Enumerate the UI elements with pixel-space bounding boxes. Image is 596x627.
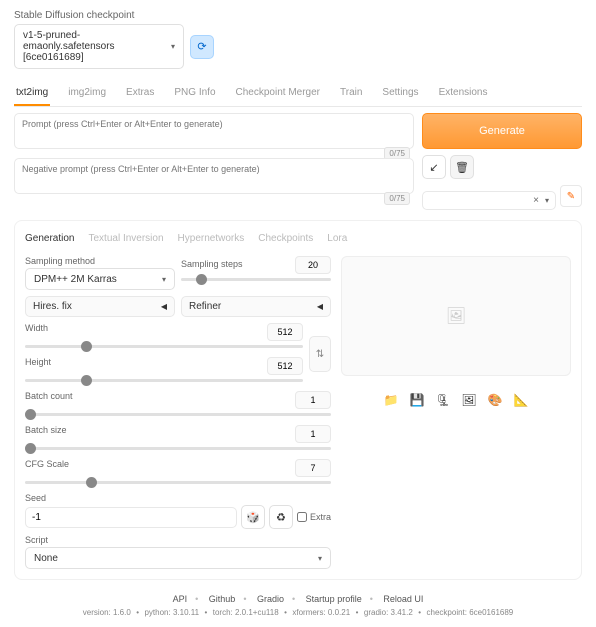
script-select[interactable]: None bbox=[25, 547, 331, 569]
seed-label: Seed bbox=[25, 493, 331, 503]
send-extras-icon[interactable]: 📐 bbox=[513, 392, 529, 408]
width-label: Width bbox=[25, 323, 48, 339]
sampling-steps-slider[interactable] bbox=[181, 274, 331, 284]
footer-reload[interactable]: Reload UI bbox=[383, 594, 423, 604]
tab-extras[interactable]: Extras bbox=[124, 83, 156, 106]
hires-fix-collapse[interactable]: Hires. fix◀ bbox=[25, 296, 175, 317]
image-placeholder-icon: 🖼 bbox=[446, 306, 466, 326]
width-value[interactable] bbox=[267, 323, 303, 341]
caret-left-icon: ◀ bbox=[317, 302, 323, 311]
tab-train[interactable]: Train bbox=[338, 83, 364, 106]
height-value[interactable] bbox=[267, 357, 303, 375]
footer-github[interactable]: Github bbox=[209, 594, 236, 604]
footer-api[interactable]: API bbox=[173, 594, 188, 604]
sampling-method-label: Sampling method bbox=[25, 256, 175, 266]
script-label: Script bbox=[25, 535, 331, 545]
main-tabs: txt2img img2img Extras PNG Info Checkpoi… bbox=[14, 83, 582, 107]
batch-count-label: Batch count bbox=[25, 391, 73, 407]
batch-size-slider[interactable] bbox=[25, 443, 331, 453]
trash-button[interactable]: 🗑 bbox=[450, 155, 474, 179]
seed-extra-checkbox[interactable]: Extra bbox=[297, 512, 331, 522]
refiner-collapse[interactable]: Refiner◀ bbox=[181, 296, 331, 317]
tab-extensions[interactable]: Extensions bbox=[437, 83, 490, 106]
negative-prompt-input[interactable] bbox=[14, 158, 414, 194]
subtab-ckpt[interactable]: Checkpoints bbox=[258, 231, 313, 246]
height-slider[interactable] bbox=[25, 375, 303, 385]
cfg-slider[interactable] bbox=[25, 477, 331, 487]
sampling-steps-value[interactable] bbox=[295, 256, 331, 274]
folder-icon[interactable]: 📁 bbox=[383, 392, 399, 408]
send-inpaint-icon[interactable]: 🎨 bbox=[487, 392, 503, 408]
generate-button[interactable]: Generate bbox=[422, 113, 582, 149]
height-label: Height bbox=[25, 357, 51, 373]
prompt-input[interactable] bbox=[14, 113, 414, 149]
refresh-checkpoint-button[interactable]: ⟳ bbox=[190, 35, 214, 59]
styles-select[interactable]: × ▾ bbox=[422, 191, 556, 210]
save-icon[interactable]: 💾 bbox=[409, 392, 425, 408]
checkpoint-select[interactable]: v1-5-pruned-emaonly.safetensors [6ce0161… bbox=[14, 24, 184, 69]
clear-styles-icon[interactable]: × bbox=[533, 195, 539, 206]
send-img2img-icon[interactable]: 🖼 bbox=[461, 392, 477, 408]
batch-size-value[interactable] bbox=[295, 425, 331, 443]
subtab-generation[interactable]: Generation bbox=[25, 231, 74, 246]
batch-size-label: Batch size bbox=[25, 425, 67, 441]
arrow-button[interactable]: ↙ bbox=[422, 155, 446, 179]
subtab-hyper[interactable]: Hypernetworks bbox=[178, 231, 245, 246]
tab-txt2img[interactable]: txt2img bbox=[14, 83, 50, 106]
seed-input[interactable] bbox=[25, 507, 237, 528]
sampling-steps-label: Sampling steps bbox=[181, 259, 243, 269]
tab-ckptmerger[interactable]: Checkpoint Merger bbox=[234, 83, 322, 106]
seed-reuse-button[interactable]: ♻ bbox=[269, 505, 293, 529]
sampling-method-select[interactable]: DPM++ 2M Karras bbox=[25, 268, 175, 290]
cfg-value[interactable] bbox=[295, 459, 331, 477]
caret-left-icon: ◀ bbox=[161, 302, 167, 311]
negative-prompt-counter: 0/75 bbox=[384, 192, 410, 205]
subtab-lora[interactable]: Lora bbox=[327, 231, 347, 246]
output-preview: 🖼 bbox=[341, 256, 571, 376]
footer-gradio[interactable]: Gradio bbox=[257, 594, 284, 604]
tab-img2img[interactable]: img2img bbox=[66, 83, 108, 106]
batch-count-slider[interactable] bbox=[25, 409, 331, 419]
cfg-label: CFG Scale bbox=[25, 459, 69, 475]
checkpoint-label: Stable Diffusion checkpoint bbox=[14, 10, 582, 21]
swap-dimensions-button[interactable]: ⇅ bbox=[309, 336, 331, 372]
tab-settings[interactable]: Settings bbox=[380, 83, 420, 106]
styles-caret-icon[interactable]: ▾ bbox=[545, 196, 549, 205]
tab-pnginfo[interactable]: PNG Info bbox=[172, 83, 217, 106]
width-slider[interactable] bbox=[25, 341, 303, 351]
zip-icon[interactable]: 🗜 bbox=[435, 392, 451, 408]
seed-random-button[interactable]: 🎲 bbox=[241, 505, 265, 529]
subtab-textual[interactable]: Textual Inversion bbox=[88, 231, 163, 246]
edit-styles-button[interactable]: ✎ bbox=[560, 185, 582, 207]
batch-count-value[interactable] bbox=[295, 391, 331, 409]
footer-startup[interactable]: Startup profile bbox=[306, 594, 362, 604]
footer: API Github Gradio Startup profile Reload… bbox=[14, 594, 582, 617]
